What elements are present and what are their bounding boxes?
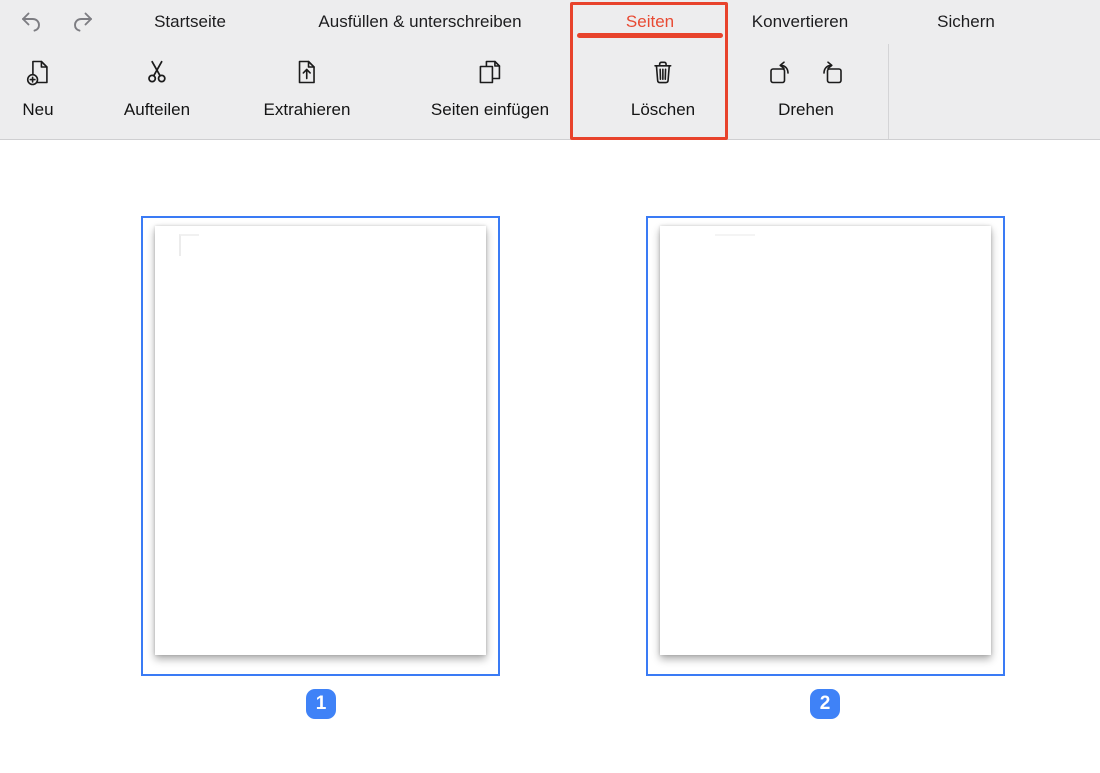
pages-toolbar: Neu Aufteilen Extrahieren [0,44,1100,140]
trash-icon [649,54,677,90]
page-thumbnail-1[interactable] [141,216,500,676]
tab-bar: Startseite Ausfüllen & unterschreiben Se… [0,0,1100,45]
new-document-icon [24,54,52,90]
toolbar-button-aufteilen[interactable]: Aufteilen [124,54,190,120]
page-sheet-1 [155,226,486,655]
page-number-badge-1: 1 [306,689,336,719]
toolbar-button-seiten-einfuegen[interactable]: Seiten einfügen [431,54,549,120]
page-content-faint-mark [179,234,199,256]
page-thumbnail-2[interactable] [646,216,1005,676]
toolbar-button-drehen[interactable]: Drehen [767,54,845,120]
undo-icon[interactable] [18,9,44,35]
toolbar-label-drehen: Drehen [778,100,834,120]
active-tab-indicator [577,33,723,38]
rotate-right-icon [817,59,845,86]
tab-sichern[interactable]: Sichern [937,0,995,44]
toolbar-group-divider [888,44,889,139]
scissors-icon [144,54,170,90]
toolbar-label-aufteilen: Aufteilen [124,100,190,120]
toolbar-button-extrahieren[interactable]: Extrahieren [264,54,351,120]
toolbar-label-neu: Neu [22,100,53,120]
toolbar-label-loeschen: Löschen [631,100,695,120]
insert-pages-icon [476,54,504,90]
rotate-left-icon [767,59,795,86]
tab-konvertieren[interactable]: Konvertieren [752,0,848,44]
redo-icon[interactable] [70,9,96,35]
page-content-faint-line [715,234,755,236]
page-sheet-2 [660,226,991,655]
toolbar-button-loeschen[interactable]: Löschen [631,54,695,120]
toolbar-button-neu[interactable]: Neu [22,54,53,120]
page-number-badge-2: 2 [810,689,840,719]
tab-ausfuellen-unterschreiben[interactable]: Ausfüllen & unterschreiben [318,0,521,44]
tab-startseite[interactable]: Startseite [154,0,226,44]
toolbar-label-extrahieren: Extrahieren [264,100,351,120]
toolbar-label-seiten-einfuegen: Seiten einfügen [431,100,549,120]
extract-document-icon [293,54,321,90]
